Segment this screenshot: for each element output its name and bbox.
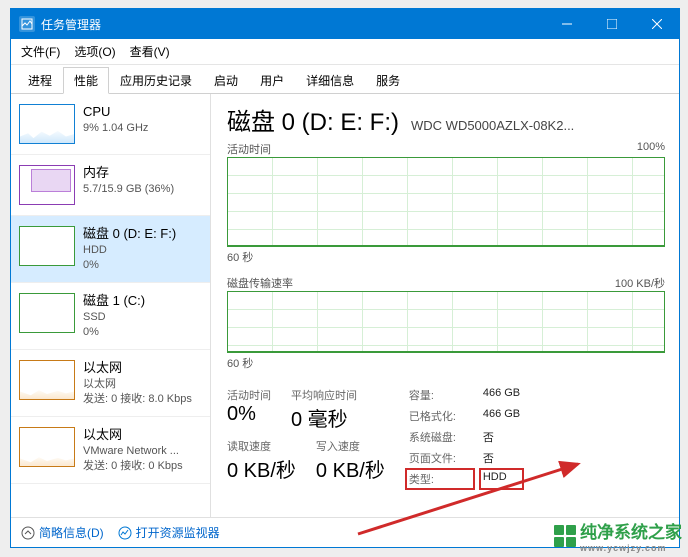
chart1-label: 活动时间 [227,141,271,157]
watermark: 纯净系统之家 www.ycwjzy.com [554,518,682,553]
sidebar-item-cpu[interactable]: CPU 9% 1.04 GHz [11,94,210,155]
activity-chart [227,157,665,247]
sidebar-sub2: 发送: 0 接收: 8.0 Kbps [83,393,192,406]
menu-options[interactable]: 选项(O) [74,43,115,60]
tab-details[interactable]: 详细信息 [295,67,365,93]
page-title: 磁盘 0 (D: E: F:) [227,102,399,137]
type-label: 类型: [405,468,475,490]
disk-model: WDC WD5000AZLX-08K2... [411,118,574,133]
app-icon [19,16,35,32]
read-speed-label: 读取速度 [227,438,296,454]
resource-monitor-label: 打开资源监视器 [136,524,220,541]
resource-monitor-link[interactable]: 打开资源监视器 [118,524,220,541]
sidebar-item-ethernet-1[interactable]: 以太网 以太网 发送: 0 接收: 8.0 Kbps [11,350,210,417]
task-manager-window: 任务管理器 文件(F) 选项(O) 查看(V) 进程 性能 应用历史记录 启动 … [10,8,680,548]
response-time-label: 平均响应时间 [291,387,357,403]
disk-thumb-icon [19,226,75,266]
formatted-label: 已格式化: [409,408,471,424]
sidebar-label: CPU [83,104,148,120]
brief-info-label: 简略信息(D) [39,524,104,541]
chart2-max: 100 KB/秒 [615,275,665,291]
sidebar-label: 磁盘 0 (D: E: F:) [83,226,176,242]
chart2-label: 磁盘传输速率 [227,275,293,291]
tab-performance[interactable]: 性能 [63,67,109,94]
sidebar-sub: 以太网 [83,378,192,391]
chart1-max: 100% [637,141,665,157]
monitor-icon [118,526,132,540]
sidebar-item-disk0[interactable]: 磁盘 0 (D: E: F:) HDD 0% [11,216,210,283]
ethernet-thumb-icon [19,360,75,400]
write-speed-label: 写入速度 [316,438,385,454]
sidebar-sub2: 0% [83,259,176,272]
tab-processes[interactable]: 进程 [17,67,63,93]
sidebar-sub: VMware Network ... [83,445,183,458]
sidebar-sub: 9% 1.04 GHz [83,122,148,135]
system-disk-label: 系统磁盘: [409,429,471,445]
sidebar-item-ethernet-2[interactable]: 以太网 VMware Network ... 发送: 0 接收: 0 Kbps [11,417,210,484]
formatted-value: 466 GB [483,408,520,424]
chart1-axis: 60 秒 [227,249,665,265]
tab-users[interactable]: 用户 [249,67,295,93]
sidebar-item-disk1[interactable]: 磁盘 1 (C:) SSD 0% [11,283,210,350]
ethernet-thumb-icon [19,427,75,467]
watermark-brand: 纯净系统之家 [580,523,682,542]
sidebar-label: 以太网 [83,427,183,443]
active-time-value: 0% [227,403,271,426]
tab-app-history[interactable]: 应用历史记录 [109,67,203,93]
tabs: 进程 性能 应用历史记录 启动 用户 详细信息 服务 [11,65,679,94]
sidebar-sub: SSD [83,311,145,324]
memory-thumb-icon [19,165,75,205]
watermark-url: www.ycwjzy.com [580,543,682,553]
sidebar-sub2: 发送: 0 接收: 0 Kbps [83,460,183,473]
minimize-button[interactable] [544,9,589,39]
sidebar-label: 以太网 [83,360,192,376]
page-file-label: 页面文件: [409,450,471,466]
disk-properties: 容量: 466 GB 已格式化: 466 GB 系统磁盘: 否 页面文件: 否 … [409,387,520,489]
menubar: 文件(F) 选项(O) 查看(V) [11,39,679,65]
type-value: HDD [479,468,524,490]
brief-info-toggle[interactable]: 简略信息(D) [21,524,104,541]
maximize-button[interactable] [589,9,634,39]
sidebar-sub2: 0% [83,326,145,339]
read-speed-value: 0 KB/秒 [227,454,296,483]
chevron-up-circle-icon [21,526,35,540]
sidebar-item-memory[interactable]: 内存 5.7/15.9 GB (36%) [11,155,210,216]
menu-view[interactable]: 查看(V) [130,43,170,60]
main-panel: 磁盘 0 (D: E: F:) WDC WD5000AZLX-08K2... 活… [211,94,679,517]
sidebar-sub: HDD [83,244,176,257]
menu-file[interactable]: 文件(F) [21,43,60,60]
sidebar: CPU 9% 1.04 GHz 内存 5.7/15.9 GB (36%) 磁盘 … [11,94,211,517]
chart2-axis: 60 秒 [227,355,665,371]
tab-services[interactable]: 服务 [365,67,411,93]
close-button[interactable] [634,9,679,39]
transfer-chart [227,291,665,353]
tab-startup[interactable]: 启动 [203,67,249,93]
cpu-thumb-icon [19,104,75,144]
sidebar-label: 磁盘 1 (C:) [83,293,145,309]
sidebar-sub: 5.7/15.9 GB (36%) [83,183,174,196]
capacity-value: 466 GB [483,387,520,403]
window-title: 任务管理器 [41,16,544,33]
system-disk-value: 否 [483,429,520,445]
capacity-label: 容量: [409,387,471,403]
active-time-label: 活动时间 [227,387,271,403]
write-speed-value: 0 KB/秒 [316,454,385,483]
page-file-value: 否 [483,450,520,466]
sidebar-label: 内存 [83,165,174,181]
watermark-icon [554,525,576,547]
titlebar[interactable]: 任务管理器 [11,9,679,39]
response-time-value: 0 毫秒 [291,403,357,432]
disk-thumb-icon [19,293,75,333]
